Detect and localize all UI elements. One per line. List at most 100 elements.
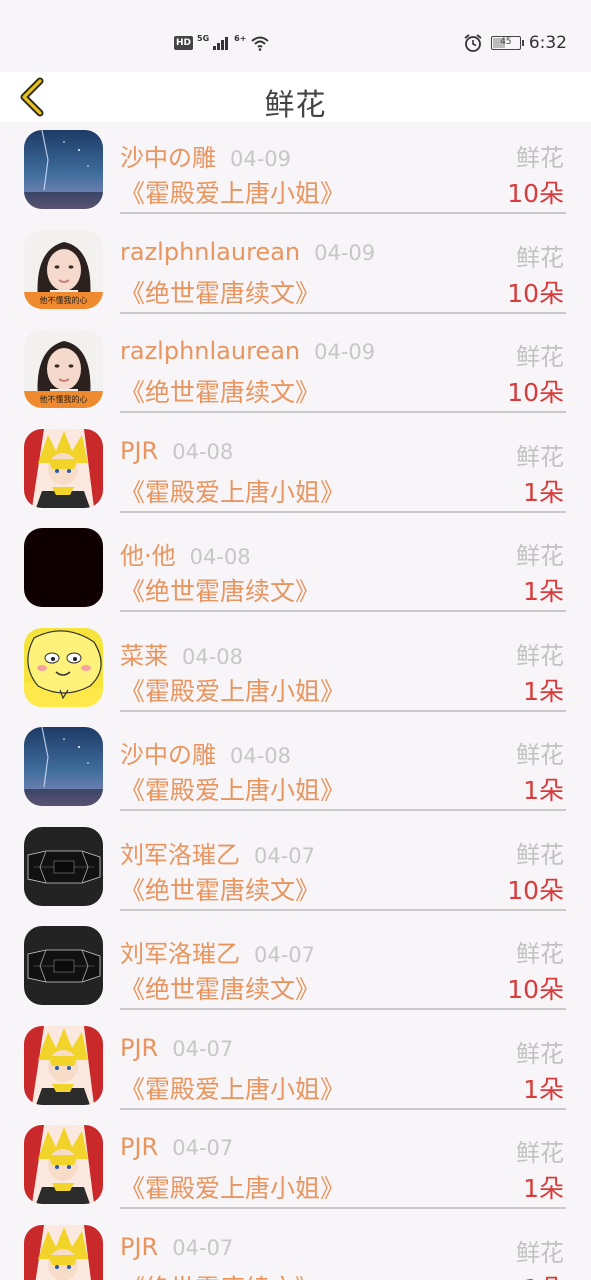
gift-count: 1朵 xyxy=(523,776,564,805)
name-line: 沙中の雕 04-09 xyxy=(120,138,291,173)
list-item[interactable]: 他·他 04-08 鲜花 《绝世霍唐续文》 1朵 xyxy=(0,520,591,620)
anime-boy-avatar[interactable] xyxy=(24,1125,103,1204)
gift-type: 鲜花 xyxy=(516,741,564,769)
row-divider xyxy=(120,908,566,911)
user-name[interactable]: 沙中の雕 xyxy=(120,144,216,172)
book-title[interactable]: 《绝世霍唐续文》 xyxy=(120,970,320,1006)
cartoon-face-avatar[interactable] xyxy=(24,627,103,707)
user-name[interactable]: 菜莱 xyxy=(120,642,168,670)
row-divider xyxy=(120,1207,566,1209)
list-item[interactable]: PJR 04-07 鲜花 《霍殿爱上唐小姐》 1朵 xyxy=(0,1117,591,1217)
name-line: PJR 04-08 xyxy=(120,437,233,465)
list-item[interactable]: 刘军洛璀乙 04-07 鲜花 《绝世霍唐续文》 10朵 xyxy=(0,918,591,1018)
gift-date: 04-07 xyxy=(172,1235,234,1260)
gift-count: 1朵 xyxy=(523,477,564,507)
user-name[interactable]: 刘军洛璀乙 xyxy=(120,940,240,968)
book-title[interactable]: 《绝世霍唐续文》 xyxy=(120,274,320,310)
book-title[interactable]: 《绝世霍唐续文》 xyxy=(120,373,320,409)
list-item[interactable]: 他不懂我的心 razlphnlaurean 04-09 鲜花 《绝世霍唐续文》 1… xyxy=(0,222,591,322)
gift-type: 鲜花 xyxy=(516,1139,564,1167)
list-item[interactable]: PJR 04-07 鲜花 《绝世霍唐续文》 1朵 xyxy=(0,1217,591,1280)
gift-date: 04-09 xyxy=(314,340,376,364)
row-divider xyxy=(120,709,566,712)
book-title[interactable]: 《霍殿爱上唐小姐》 xyxy=(120,174,345,210)
gift-type: 鲜花 xyxy=(516,343,564,371)
gift-count: 10朵 xyxy=(507,875,564,905)
user-name[interactable]: PJR xyxy=(120,1233,158,1261)
user-name[interactable]: PJR xyxy=(120,1034,158,1062)
gift-type: 鲜花 xyxy=(516,840,564,869)
book-title[interactable]: 《霍殿爱上唐小姐》 xyxy=(120,672,345,708)
wifi-icon xyxy=(251,36,270,51)
name-line: PJR 04-07 xyxy=(120,1034,233,1062)
name-line: razlphnlaurean 04-09 xyxy=(120,337,375,365)
user-name[interactable]: PJR xyxy=(120,1133,158,1161)
list-item[interactable]: 沙中の雕 04-08 鲜花 《霍殿爱上唐小姐》 1朵 xyxy=(0,719,591,819)
gift-count: 1朵 xyxy=(523,676,564,706)
gift-count: 1朵 xyxy=(523,1174,564,1203)
user-name[interactable]: 沙中の雕 xyxy=(120,741,216,769)
list-item[interactable]: 沙中の雕 04-09 鲜花 《霍殿爱上唐小姐》 10朵 xyxy=(0,122,591,222)
name-line: 沙中の雕 04-08 xyxy=(120,735,291,770)
girl-photo-avatar[interactable]: 他不懂我的心 xyxy=(24,329,103,408)
user-name[interactable]: razlphnlaurean xyxy=(120,337,300,365)
gift-type: 鲜花 xyxy=(516,1039,564,1068)
list-item[interactable]: 菜莱 04-08 鲜花 《霍殿爱上唐小姐》 1朵 xyxy=(0,620,591,720)
user-name[interactable]: 刘军洛璀乙 xyxy=(120,841,240,869)
gift-count: 1朵 xyxy=(523,1074,564,1104)
girl-photo-avatar[interactable]: 他不懂我的心 xyxy=(24,229,103,309)
gift-date: 04-07 xyxy=(172,1036,234,1061)
network-type: 5G xyxy=(197,33,210,43)
gift-type: 鲜花 xyxy=(516,144,564,172)
gift-count: 10朵 xyxy=(507,378,564,407)
anime-boy-avatar[interactable] xyxy=(24,428,103,508)
gift-date: 04-08 xyxy=(189,545,251,569)
flower-gift-list: 沙中の雕 04-09 鲜花 《霍殿爱上唐小姐》 10朵 他不懂我的心 razlph… xyxy=(0,122,591,1280)
black-car-avatar[interactable] xyxy=(24,926,103,1005)
night-sky-avatar[interactable] xyxy=(24,130,103,209)
night-sky-avatar[interactable] xyxy=(24,727,103,806)
row-divider xyxy=(120,311,566,314)
user-name[interactable]: razlphnlaurean xyxy=(120,238,300,266)
gift-type: 鲜花 xyxy=(516,243,564,272)
list-item[interactable]: 他不懂我的心 razlphnlaurean 04-09 鲜花 《绝世霍唐续文》 1… xyxy=(0,321,591,421)
hd-icon: HD xyxy=(174,36,194,50)
nav-bar: 鲜花 xyxy=(0,72,591,123)
book-title[interactable]: 《绝世霍唐续文》 xyxy=(120,572,320,608)
book-title[interactable]: 《霍殿爱上唐小姐》 xyxy=(120,1070,345,1106)
gift-type: 鲜花 xyxy=(516,940,564,968)
gift-count: 10朵 xyxy=(507,278,564,308)
name-line: 刘军洛璀乙 04-07 xyxy=(120,934,315,969)
anime-boy-avatar[interactable] xyxy=(24,1224,103,1280)
user-name[interactable]: 他·他 xyxy=(120,542,176,570)
status-left: HD 5G 6+ xyxy=(174,33,270,53)
anime-boy-avatar[interactable] xyxy=(24,1025,103,1105)
black-avatar[interactable] xyxy=(24,528,103,607)
gift-date: 04-09 xyxy=(230,147,292,171)
gift-date: 04-08 xyxy=(172,439,234,464)
row-divider xyxy=(120,610,566,612)
gift-date: 04-07 xyxy=(172,1136,234,1160)
list-item[interactable]: PJR 04-07 鲜花 《霍殿爱上唐小姐》 1朵 xyxy=(0,1018,591,1118)
status-right: 45 6:32 xyxy=(463,31,567,55)
book-title[interactable]: 《霍殿爱上唐小姐》 xyxy=(120,1169,345,1205)
gift-type: 鲜花 xyxy=(516,641,564,670)
gift-count: 1朵 xyxy=(523,1269,564,1280)
row-divider xyxy=(120,212,566,214)
page-title: 鲜花 xyxy=(264,88,327,123)
list-item[interactable]: 刘军洛璀乙 04-07 鲜花 《绝世霍唐续文》 10朵 xyxy=(0,819,591,919)
user-name[interactable]: PJR xyxy=(120,437,158,465)
black-car-avatar[interactable] xyxy=(24,826,103,906)
gift-date: 04-08 xyxy=(182,644,244,669)
gift-count: 10朵 xyxy=(507,179,564,208)
status-bar: HD 5G 6+ 45 6:32 xyxy=(0,0,591,72)
book-title[interactable]: 《绝世霍唐续文》 xyxy=(120,1269,320,1280)
list-item[interactable]: PJR 04-08 鲜花 《霍殿爱上唐小姐》 1朵 xyxy=(0,421,591,521)
book-title[interactable]: 《绝世霍唐续文》 xyxy=(120,871,320,907)
name-line: 菜莱 04-08 xyxy=(120,636,243,671)
row-divider xyxy=(120,1008,566,1010)
svg-text:他不懂我的心: 他不懂我的心 xyxy=(40,394,88,404)
book-title[interactable]: 《霍殿爱上唐小姐》 xyxy=(120,771,345,807)
gift-date: 04-07 xyxy=(254,843,316,868)
book-title[interactable]: 《霍殿爱上唐小姐》 xyxy=(120,473,345,509)
